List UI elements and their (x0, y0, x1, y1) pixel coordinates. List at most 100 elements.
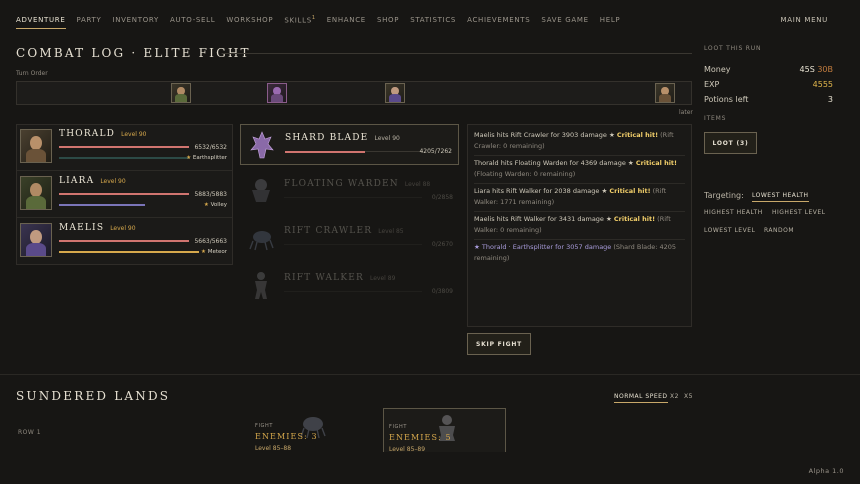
hero-skill: ★ Volley (203, 202, 227, 208)
log-entry: Thorald hits Floating Warden for 4369 da… (474, 156, 685, 184)
fight-card[interactable]: FIGHT ENEMIES: 3 Level 85–88 (250, 408, 373, 452)
potions-value: 3 (827, 94, 833, 104)
hero-resource-bar (59, 157, 189, 159)
enemy-hp-text: 0/2670 (431, 241, 453, 248)
hero-skill: ★ Meteor (201, 249, 227, 255)
fight-tag: FIGHT (255, 423, 274, 429)
speed-normal-button[interactable]: NORMAL SPEED (614, 393, 668, 403)
potions-row: Potions left 3 (704, 92, 833, 106)
hero-level: Level 90 (100, 178, 126, 185)
turn-order-track (16, 81, 692, 105)
enemy-hp-text: 0/2858 (431, 194, 453, 201)
enemy-level: Level 88 (404, 181, 431, 188)
enemy-level: Level 89 (370, 275, 396, 282)
shard-blade-icon (250, 131, 274, 159)
enemy-card-floating-warden: FLOATING WARDEN Level 88 0/2858 (240, 171, 459, 212)
items-label: ITEMS (704, 115, 727, 122)
enemy-level: Level 85 (378, 228, 404, 235)
hero-avatar (20, 223, 52, 257)
nav-achievements[interactable]: ACHIEVEMENTS (467, 12, 530, 28)
nav-skills-label: SKILLS (284, 16, 312, 25)
floating-warden-icon (252, 179, 270, 202)
exp-row: EXP 4555 (704, 77, 833, 91)
rift-walker-icon (255, 272, 267, 299)
skip-fight-button[interactable]: SKIP FIGHT (467, 333, 531, 355)
section-divider (0, 374, 860, 375)
hero-level: Level 90 (121, 131, 147, 138)
main-menu-button[interactable]: MAIN MENU (781, 16, 828, 24)
speed-x2-button[interactable]: X2 (670, 393, 679, 402)
hero-card-liara[interactable]: LIARA Level 90 5883/5883 ★ Volley (16, 172, 233, 216)
fight-enemy-count: ENEMIES: 3 (255, 432, 318, 441)
enemy-hp-track (284, 291, 422, 292)
version-label: Alpha 1.0 (808, 467, 844, 475)
hero-card-thorald[interactable]: THORALD Level 90 6532/6532 ★ Earthsplitte… (16, 125, 233, 169)
money-value: 45S 30B (799, 64, 833, 74)
nav-inventory[interactable]: INVENTORY (112, 12, 159, 28)
nav-skills[interactable]: SKILLS1 (284, 11, 315, 28)
turn-portrait-liara (171, 83, 191, 103)
top-nav: ADVENTURE PARTY INVENTORY AUTO-SELL WORK… (0, 0, 860, 40)
combat-log[interactable]: Maelis hits Rift Crawler for 3903 damage… (467, 124, 692, 327)
log-entry: Liara hits Rift Walker for 2038 damage ★… (474, 184, 685, 212)
nav-party[interactable]: PARTY (77, 12, 102, 28)
money-row: Money 45S 30B (704, 62, 833, 76)
enemy-hp-fill (285, 151, 365, 153)
log-entry: Maelis hits Rift Walker for 3431 damage … (474, 212, 685, 240)
hero-divider (17, 217, 232, 218)
enemy-name: SHARD BLADE Level 90 (285, 133, 400, 143)
hero-hp-text: 5883/5883 (194, 191, 227, 198)
enemy-name: RIFT CRAWLER Level 85 (284, 226, 404, 236)
nav-adventure[interactable]: ADVENTURE (16, 12, 66, 29)
enemy-hp-text: 4205/7262 (419, 148, 452, 155)
star-icon: ★ (201, 249, 206, 255)
target-random[interactable]: RANDOM (764, 227, 794, 236)
title-divider (222, 53, 692, 54)
hero-hp-bar (59, 146, 189, 148)
turn-order-later-label: later (679, 109, 693, 116)
hero-resource-bar (59, 204, 145, 206)
target-highest-health[interactable]: HIGHEST HEALTH (704, 209, 763, 218)
loot-title: LOOT THIS RUN (704, 45, 762, 52)
hero-resource-bar (59, 251, 199, 253)
fight-card-selected[interactable]: FIGHT ENEMIES: 5 Level 85–89 (383, 408, 506, 453)
targeting-label: Targeting: (704, 191, 744, 200)
hero-level: Level 90 (110, 225, 136, 232)
hero-skill: ★ Earthsplitter (186, 155, 227, 161)
target-lowest-health[interactable]: LOWEST HEALTH (752, 192, 809, 202)
target-highest-level[interactable]: HIGHEST LEVEL (772, 209, 826, 218)
nav-auto-sell[interactable]: AUTO-SELL (170, 12, 215, 28)
fight-enemy-count: ENEMIES: 5 (389, 433, 452, 442)
hero-card-maelis[interactable]: MAELIS Level 90 5663/5663 ★ Meteor (16, 219, 233, 263)
nav-enhance[interactable]: ENHANCE (327, 12, 366, 28)
turn-portrait-maelis (385, 83, 405, 103)
hero-avatar (20, 129, 52, 163)
enemy-card-shard-blade[interactable]: SHARD BLADE Level 90 4205/7262 (240, 124, 459, 165)
hero-hp-text: 5663/5663 (194, 238, 227, 245)
turn-order-label: Turn Order (16, 70, 48, 77)
nav-workshop[interactable]: WORKSHOP (226, 12, 273, 28)
hero-hp-bar (59, 193, 189, 195)
potions-label: Potions left (704, 94, 749, 104)
star-icon: ★ (203, 202, 209, 208)
hero-divider (17, 170, 232, 171)
zone-title: SUNDERED LANDS (16, 389, 171, 403)
nav-shop[interactable]: SHOP (377, 12, 399, 28)
nav-statistics[interactable]: STATISTICS (410, 12, 456, 28)
log-entry: Maelis hits Rift Crawler for 3903 damage… (474, 128, 685, 156)
enemy-hp-text: 0/3809 (431, 288, 453, 295)
hero-hp-text: 6532/6532 (194, 144, 227, 151)
target-lowest-level[interactable]: LOWEST LEVEL (704, 227, 755, 236)
nav-save-game[interactable]: SAVE GAME (541, 12, 588, 28)
nav-help[interactable]: HELP (600, 12, 621, 28)
enemy-card-rift-walker: RIFT WALKER Level 89 0/3809 (240, 265, 459, 306)
exp-label: EXP (704, 79, 720, 89)
star-icon: ★ (186, 155, 192, 161)
hero-name: LIARA Level 90 (59, 176, 126, 186)
speed-x5-button[interactable]: X5 (684, 393, 693, 402)
log-entry: ★ Thorald · Earthsplitter for 3057 damag… (474, 243, 677, 262)
loot-button[interactable]: LOOT (3) (704, 132, 757, 154)
enemy-level: Level 90 (374, 135, 400, 142)
enemy-hp-track (284, 244, 422, 245)
fight-level-range: Level 85–89 (389, 446, 426, 453)
